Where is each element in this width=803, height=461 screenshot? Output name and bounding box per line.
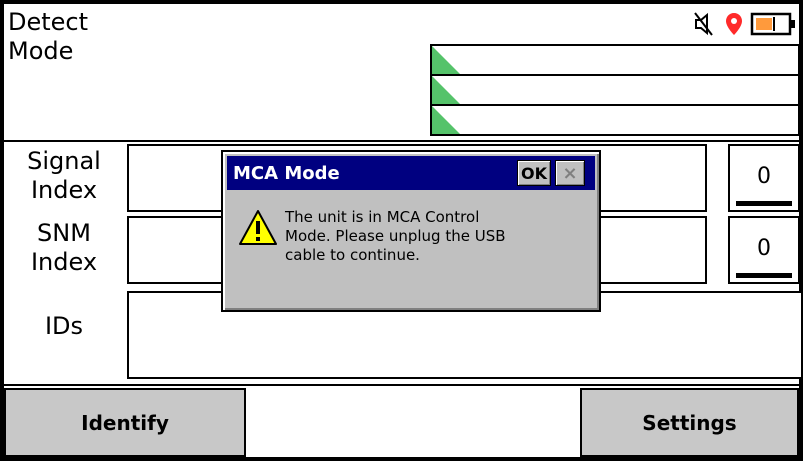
snm-index-underline bbox=[736, 273, 792, 278]
snm-index-value-box: 0 bbox=[728, 216, 800, 284]
signal-index-value-box: 0 bbox=[728, 144, 800, 212]
snm-index-label-line2: Index bbox=[30, 248, 98, 276]
snm-index-value: 0 bbox=[757, 236, 771, 261]
signal-bar-2 bbox=[430, 74, 800, 106]
signal-index-underline bbox=[736, 201, 792, 206]
detect-mode-label: Detect Mode bbox=[8, 8, 88, 66]
detect-mode-label-line1: Detect bbox=[8, 8, 89, 36]
warning-icon bbox=[237, 208, 279, 248]
battery-icon bbox=[750, 12, 795, 36]
snm-index-label: SNM Index bbox=[14, 219, 114, 277]
mca-mode-dialog: MCA Mode OK × The unit is in MCA Control… bbox=[221, 150, 601, 312]
signal-index-value: 0 bbox=[757, 164, 771, 189]
snm-index-label-line1: SNM bbox=[37, 219, 91, 247]
status-icons bbox=[694, 10, 798, 38]
signal-bar-1 bbox=[430, 44, 800, 76]
signal-bar-indicator bbox=[432, 106, 460, 134]
detect-mode-label-line2: Mode bbox=[8, 37, 74, 65]
identify-button[interactable]: Identify bbox=[4, 388, 246, 457]
dialog-titlebar: MCA Mode OK × bbox=[227, 156, 595, 190]
header-divider bbox=[0, 140, 803, 142]
dialog-title: MCA Mode bbox=[233, 163, 340, 184]
ok-button[interactable]: OK bbox=[517, 160, 551, 186]
dialog-message: The unit is in MCA Control Mode. Please … bbox=[285, 208, 585, 265]
dialog-message-line3: cable to continue. bbox=[285, 246, 420, 264]
ids-label: IDs bbox=[44, 312, 84, 340]
signal-index-label: Signal Index bbox=[14, 147, 114, 205]
signal-bar-3 bbox=[430, 104, 800, 136]
dialog-message-line2: Mode. Please unplug the USB bbox=[285, 227, 506, 245]
signal-index-label-line1: Signal bbox=[27, 147, 101, 175]
footer-divider bbox=[0, 384, 803, 386]
signal-bar-indicator bbox=[432, 46, 460, 74]
settings-button[interactable]: Settings bbox=[580, 388, 799, 457]
signal-index-label-line2: Index bbox=[30, 176, 98, 204]
speaker-muted-icon bbox=[694, 12, 713, 36]
location-pin-icon bbox=[726, 13, 742, 35]
signal-bar-indicator bbox=[432, 76, 460, 104]
close-button[interactable]: × bbox=[555, 160, 585, 186]
dialog-message-line1: The unit is in MCA Control bbox=[285, 208, 480, 226]
